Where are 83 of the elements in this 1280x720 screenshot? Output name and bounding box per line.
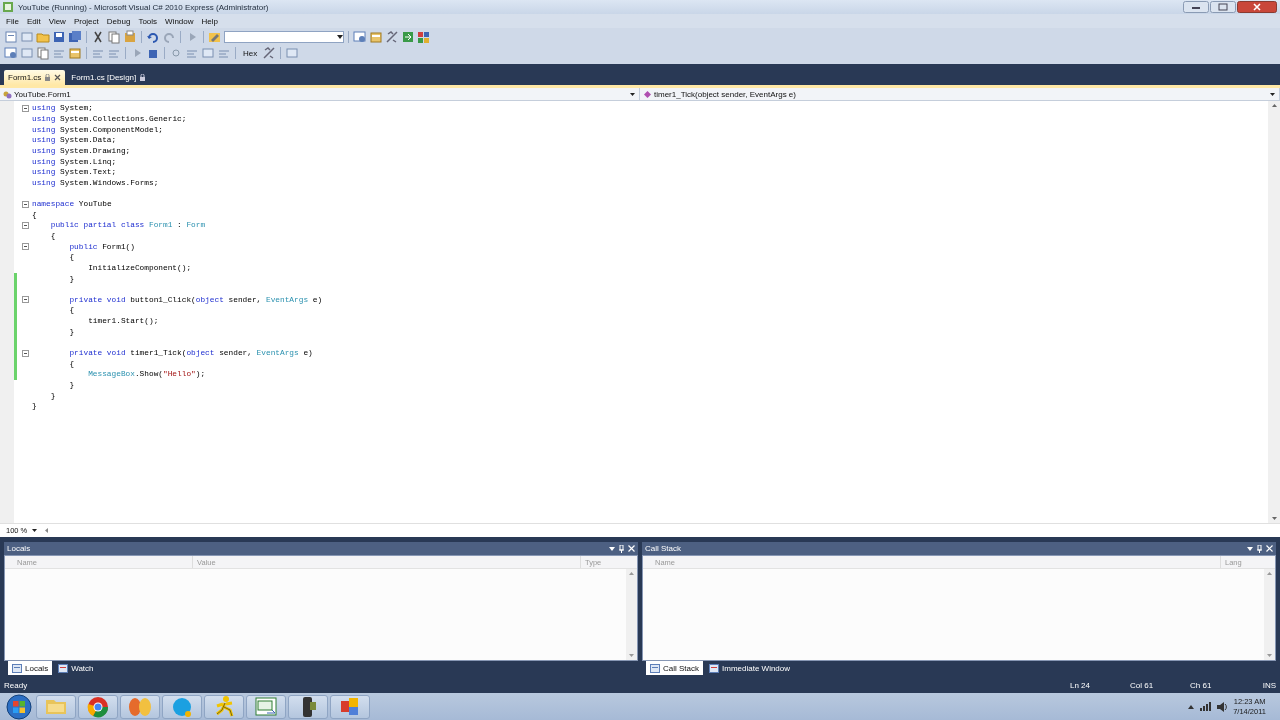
properties-icon[interactable] (369, 30, 383, 44)
insert-mode: INS (1261, 680, 1276, 690)
squares-icon[interactable] (417, 30, 431, 44)
scrollbar[interactable] (626, 569, 637, 660)
panel-tab[interactable]: Locals (8, 661, 53, 675)
collapse-icon[interactable] (21, 104, 29, 112)
configuration-dropdown[interactable] (224, 31, 344, 43)
console-icon (58, 663, 69, 673)
collapse-icon[interactable] (21, 349, 29, 357)
close-icon[interactable] (54, 74, 62, 81)
down-arrow-icon (1271, 517, 1277, 520)
dropdown-arrow-icon[interactable] (609, 546, 615, 551)
panel-tab[interactable]: Immediate Window (705, 661, 795, 675)
lock-icon (140, 74, 146, 81)
hex-button[interactable]: Hex (240, 46, 261, 60)
window-icon[interactable] (353, 30, 367, 44)
panel-tab[interactable]: Watch (54, 661, 98, 675)
up-arrow-icon[interactable] (1188, 704, 1195, 709)
dropdown-arrow-icon[interactable] (1247, 546, 1253, 551)
tools-icon[interactable] (385, 30, 399, 44)
left-arrow-icon (45, 528, 49, 533)
save-icon[interactable] (52, 30, 66, 44)
collapse-icon[interactable] (21, 200, 29, 208)
window-icon (12, 663, 22, 673)
menu-item[interactable]: Debug (102, 16, 135, 26)
speaker-icon[interactable] (1217, 701, 1228, 712)
method-icon (643, 89, 652, 99)
menu-item[interactable]: Tools (134, 16, 162, 26)
down-arrow-icon (629, 654, 634, 657)
save-all-icon[interactable] (68, 30, 82, 44)
scrollbar[interactable] (1264, 569, 1275, 660)
down-arrow-icon (1267, 654, 1272, 657)
pin-icon[interactable] (1257, 544, 1262, 553)
collapse-icon[interactable] (21, 243, 29, 251)
scrollbar[interactable] (1268, 101, 1280, 523)
new-project-icon[interactable] (4, 30, 18, 44)
undo-icon[interactable] (146, 30, 160, 44)
up-arrow-icon (1267, 572, 1272, 575)
dropdown-arrow-icon (32, 529, 38, 532)
menu-item[interactable]: Edit (22, 16, 45, 26)
menu-item[interactable]: Project (69, 16, 103, 26)
panel-title: Locals (7, 544, 32, 553)
minimize-icon[interactable] (1183, 1, 1209, 13)
document-tab[interactable]: Form1.cs (4, 70, 66, 85)
dropdown-arrow-icon (630, 92, 635, 96)
close-icon[interactable] (1237, 1, 1277, 13)
window-icon (650, 663, 660, 673)
up-arrow-icon (629, 572, 634, 575)
console-icon (709, 663, 719, 673)
line-number: Ln 24 (1070, 680, 1092, 690)
arrow-icon[interactable] (401, 30, 415, 44)
signal-icon[interactable] (1200, 702, 1212, 711)
paste-icon[interactable] (123, 30, 137, 44)
start-button[interactable] (4, 693, 34, 720)
class-icon (3, 89, 12, 99)
collapse-icon[interactable] (21, 296, 29, 304)
menu-item[interactable]: Window (161, 16, 198, 26)
character-number: Ch 61 (1190, 680, 1213, 690)
type-dropdown[interactable]: YouTube.Form1 (0, 88, 640, 100)
panel-tab[interactable]: Call Stack (646, 661, 703, 675)
collapse-icon[interactable] (21, 221, 29, 229)
panel-title: Call Stack (645, 544, 682, 553)
document-tab[interactable]: Form1.cs [Design] (67, 70, 150, 85)
menu-item[interactable]: File (2, 16, 23, 26)
tools-icon[interactable] (262, 46, 277, 60)
up-arrow-icon (1271, 104, 1277, 107)
dropdown-arrow-icon (1270, 92, 1275, 96)
app-icon (3, 2, 13, 12)
window-title: YouTube (Running) - Microsoft Visual C# 2010 Express (Administrator) (18, 2, 269, 12)
menu-item[interactable]: Help (197, 16, 222, 26)
taskbar-button[interactable] (288, 694, 328, 719)
cut-icon[interactable] (91, 30, 105, 44)
status-message: Ready (4, 680, 29, 690)
circle-icon[interactable] (169, 46, 183, 60)
properties-icon[interactable] (68, 46, 82, 60)
copy-icon[interactable] (36, 46, 50, 60)
member-dropdown[interactable]: timer1_Tick(object sender, EventArgs e) (640, 88, 1280, 100)
lock-icon (45, 74, 51, 81)
window-icon[interactable] (4, 46, 18, 60)
menu-item[interactable]: View (44, 16, 70, 26)
pin-icon[interactable] (619, 544, 624, 553)
dropdown-arrow-icon (337, 35, 343, 39)
column-number: Col 61 (1130, 680, 1155, 690)
